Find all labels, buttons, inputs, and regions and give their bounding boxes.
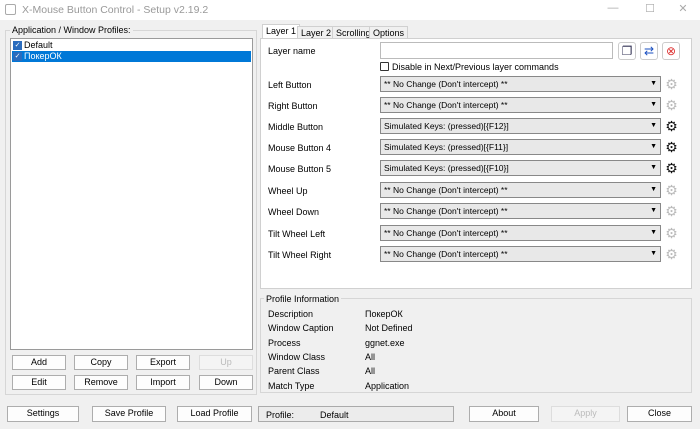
info-description-label: Description bbox=[268, 309, 314, 319]
wheel-down-label: Wheel Down bbox=[268, 207, 320, 217]
gear-icon[interactable]: ⚙ bbox=[664, 182, 679, 198]
about-button[interactable]: About bbox=[469, 406, 539, 422]
close-window-button[interactable]: ✕ bbox=[673, 2, 693, 16]
profiles-list[interactable]: ✓ Default ✓ ПокерОК bbox=[10, 38, 253, 350]
info-match-type-label: Match Type bbox=[268, 380, 315, 391]
mouse-button-5-value: Simulated Keys: (pressed)[{F10}] bbox=[384, 163, 509, 173]
minimize-button[interactable]: — bbox=[603, 2, 623, 16]
right-button-dropdown[interactable]: ** No Change (Don't intercept) ** ▼ bbox=[380, 97, 661, 113]
load-profile-button[interactable]: Load Profile bbox=[177, 406, 252, 422]
chevron-down-icon: ▼ bbox=[650, 164, 657, 171]
profile-down-button[interactable]: Down bbox=[199, 375, 253, 390]
info-description-value: ПокерОК bbox=[365, 309, 403, 319]
profile-info-group bbox=[260, 298, 692, 393]
gear-icon[interactable]: ⚙ bbox=[664, 97, 679, 113]
maximize-button[interactable]: ☐ bbox=[640, 2, 660, 16]
chevron-down-icon: ▼ bbox=[650, 80, 657, 87]
info-window-class-label: Window Class bbox=[268, 351, 326, 362]
apply-button[interactable]: Apply bbox=[551, 406, 620, 422]
info-window-class-value: All bbox=[365, 351, 376, 362]
chevron-down-icon: ▼ bbox=[650, 250, 657, 257]
chevron-down-icon: ▼ bbox=[650, 122, 657, 129]
settings-button[interactable]: Settings bbox=[7, 406, 79, 422]
left-button-dropdown[interactable]: ** No Change (Don't intercept) ** ▼ bbox=[380, 76, 661, 92]
gear-icon[interactable]: ⚙ bbox=[664, 246, 679, 262]
mouse-button-4-dropdown[interactable]: Simulated Keys: (pressed)[{F11}] ▼ bbox=[380, 139, 661, 155]
gear-icon[interactable]: ⚙ bbox=[664, 203, 679, 219]
profile-edit-button[interactable]: Edit bbox=[12, 375, 66, 390]
profile-remove-button[interactable]: Remove bbox=[74, 375, 128, 390]
tilt-wheel-right-dropdown[interactable]: ** No Change (Don't intercept) ** ▼ bbox=[380, 246, 661, 262]
chevron-down-icon: ▼ bbox=[650, 229, 657, 236]
info-window-caption-label: Window Caption bbox=[268, 323, 334, 334]
gear-icon[interactable]: ⚙ bbox=[664, 160, 679, 176]
chevron-down-icon: ▼ bbox=[650, 186, 657, 193]
middle-button-dropdown[interactable]: Simulated Keys: (pressed)[{F12}] ▼ bbox=[380, 118, 661, 134]
save-profile-button[interactable]: Save Profile bbox=[92, 406, 166, 422]
current-profile-label: Profile: bbox=[266, 410, 295, 420]
profile-import-button[interactable]: Import bbox=[136, 375, 190, 390]
copy-layer-icon[interactable]: ❐ bbox=[618, 42, 636, 60]
profile-list-item[interactable]: ✓ ПокерОК bbox=[12, 51, 251, 62]
profiles-label: Application / Window Profiles: bbox=[10, 25, 133, 35]
profile-checkbox[interactable]: ✓ bbox=[13, 41, 22, 50]
chevron-down-icon: ▼ bbox=[650, 143, 657, 150]
layer-name-label: Layer name bbox=[268, 46, 316, 56]
wheel-down-dropdown[interactable]: ** No Change (Don't intercept) ** ▼ bbox=[380, 203, 661, 219]
tilt-wheel-right-value: ** No Change (Don't intercept) ** bbox=[384, 249, 508, 259]
right-button-label: Right Button bbox=[268, 101, 318, 111]
right-button-value: ** No Change (Don't intercept) ** bbox=[384, 100, 508, 110]
wheel-down-value: ** No Change (Don't intercept) ** bbox=[384, 206, 508, 216]
chevron-down-icon: ▼ bbox=[650, 207, 657, 214]
profile-add-button[interactable]: Add bbox=[12, 355, 66, 370]
gear-icon[interactable]: ⚙ bbox=[664, 118, 679, 134]
profile-name: ПокерОК bbox=[24, 51, 62, 61]
close-button[interactable]: Close bbox=[627, 406, 692, 422]
mouse-button-4-label: Mouse Button 4 bbox=[268, 143, 332, 153]
profile-checkbox[interactable]: ✓ bbox=[13, 52, 22, 61]
gear-icon[interactable]: ⚙ bbox=[664, 76, 679, 92]
middle-button-label: Middle Button bbox=[268, 122, 324, 132]
left-button-label: Left Button bbox=[268, 80, 312, 90]
mouse-button-5-label: Mouse Button 5 bbox=[268, 164, 332, 174]
tilt-wheel-left-value: ** No Change (Don't intercept) ** bbox=[384, 228, 508, 238]
clear-layer-icon[interactable]: ⊗ bbox=[662, 42, 680, 60]
swap-layer-icon[interactable]: ⇄ bbox=[640, 42, 658, 60]
left-button-value: ** No Change (Don't intercept) ** bbox=[384, 79, 508, 89]
window-title: X-Mouse Button Control - Setup v2.19.2 bbox=[22, 4, 209, 16]
profile-info-label: Profile Information bbox=[264, 294, 342, 304]
gear-icon[interactable]: ⚙ bbox=[664, 139, 679, 155]
info-parent-class-value: All bbox=[365, 366, 376, 377]
info-window-caption-value: Not Defined bbox=[365, 323, 413, 334]
current-profile-value: Default bbox=[320, 410, 349, 420]
info-process-label: Process bbox=[268, 337, 301, 348]
profile-list-item[interactable]: ✓ Default bbox=[12, 40, 251, 51]
profile-copy-button[interactable]: Copy bbox=[74, 355, 128, 370]
profile-up-button[interactable]: Up bbox=[199, 355, 253, 370]
profile-name: Default bbox=[24, 40, 53, 50]
info-match-type-value: Application bbox=[365, 380, 410, 391]
tilt-wheel-right-label: Tilt Wheel Right bbox=[268, 250, 332, 260]
wheel-up-value: ** No Change (Don't intercept) ** bbox=[384, 185, 508, 195]
disable-layer-label: Disable in Next/Previous layer commands bbox=[392, 62, 559, 72]
mouse-button-4-value: Simulated Keys: (pressed)[{F11}] bbox=[384, 142, 509, 152]
tilt-wheel-left-label: Tilt Wheel Left bbox=[268, 229, 326, 239]
mouse-button-5-dropdown[interactable]: Simulated Keys: (pressed)[{F10}] ▼ bbox=[380, 160, 661, 176]
profile-export-button[interactable]: Export bbox=[136, 355, 190, 370]
info-parent-class-label: Parent Class bbox=[268, 366, 320, 377]
chevron-down-icon: ▼ bbox=[650, 101, 657, 108]
middle-button-value: Simulated Keys: (pressed)[{F12}] bbox=[384, 121, 509, 131]
disable-layer-checkbox[interactable] bbox=[380, 62, 389, 71]
app-icon bbox=[5, 4, 16, 15]
wheel-up-dropdown[interactable]: ** No Change (Don't intercept) ** ▼ bbox=[380, 182, 661, 198]
info-process-value: ggnet.exe bbox=[365, 337, 405, 348]
gear-icon[interactable]: ⚙ bbox=[664, 225, 679, 241]
layer-name-input[interactable] bbox=[380, 42, 613, 59]
tilt-wheel-left-dropdown[interactable]: ** No Change (Don't intercept) ** ▼ bbox=[380, 225, 661, 241]
wheel-up-label: Wheel Up bbox=[268, 186, 308, 196]
tab-layer-1[interactable]: Layer 1 bbox=[262, 24, 301, 39]
